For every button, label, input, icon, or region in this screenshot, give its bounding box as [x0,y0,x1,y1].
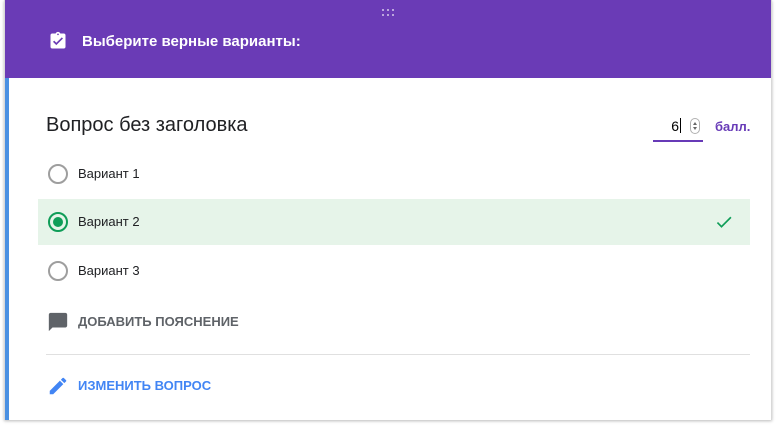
radio-button-selected[interactable] [48,212,68,232]
points-label: балл. [715,119,751,134]
option-label: Вариант 3 [78,263,140,278]
active-card-indicator [5,78,9,420]
clipboard-check-icon [50,31,66,49]
drag-handle-icon[interactable] [382,9,396,19]
add-feedback-button[interactable]: ДОБАВИТЬ ПОЯСНЕНИЕ [47,309,267,335]
add-feedback-label: ДОБАВИТЬ ПОЯСНЕНИЕ [78,314,239,329]
option-label: Вариант 1 [78,166,140,181]
question-card: Выберите верные варианты: Вопрос без заг… [4,0,772,420]
option-1[interactable]: Вариант 1 [38,151,750,197]
header-title: Выберите верные варианты: [82,33,301,50]
divider [46,354,750,355]
text-caret [680,118,681,133]
points-value: 6 [671,118,679,134]
comment-icon [48,312,68,332]
option-2[interactable]: Вариант 2 [38,199,750,245]
option-3[interactable]: Вариант 3 [38,248,750,294]
edit-question-button[interactable]: ИЗМЕНИТЬ ВОПРОС [47,373,267,399]
edit-question-label: ИЗМЕНИТЬ ВОПРОС [78,378,212,393]
question-title: Вопрос без заголовка [46,114,248,136]
check-icon [716,216,732,228]
points-spinner[interactable] [690,118,700,134]
points-input[interactable]: 6 [653,114,703,142]
card-header: Выберите верные варианты: [5,0,771,78]
option-label: Вариант 2 [78,214,140,229]
radio-button[interactable] [48,164,68,184]
radio-button[interactable] [48,261,68,281]
pencil-icon [49,377,67,395]
